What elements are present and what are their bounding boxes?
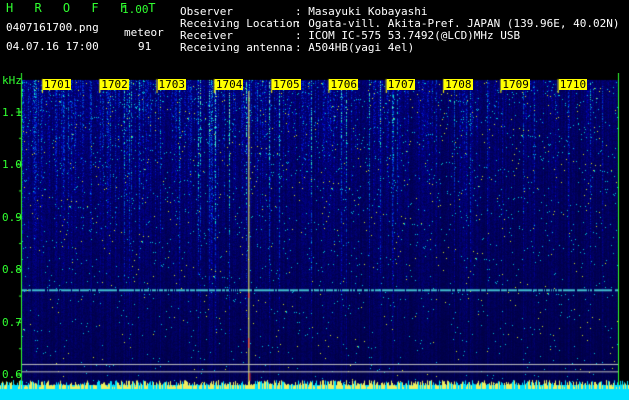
meteor-label: meteor — [124, 26, 164, 39]
file-name: 0407161700.png — [6, 21, 99, 34]
y-tick-label: 0.9 — [2, 210, 22, 224]
antenna-value: : A504HB(yagi 4el) — [295, 41, 415, 54]
y-tick-label: 1.0 — [2, 158, 22, 172]
x-tick-label: 1707 — [386, 78, 416, 91]
spectrogram — [0, 73, 629, 400]
x-tick-label: 1709 — [501, 78, 530, 91]
x-tick-label: 1704 — [214, 78, 244, 91]
x-tick-label: 1706 — [329, 78, 358, 91]
x-tick-label: 1708 — [444, 78, 473, 91]
meteor-count: 91 — [138, 40, 152, 53]
x-tick-label: 1703 — [157, 78, 187, 91]
x-tick-label: 1710 — [558, 78, 588, 91]
file-datetime: 04.07.16 17:00 — [6, 40, 99, 53]
antenna-label: Receiving antenna — [180, 41, 293, 54]
y-tick-label: 0.7 — [2, 315, 22, 329]
x-tick-label: 1705 — [272, 78, 301, 91]
y-axis-label: kHz — [2, 74, 22, 87]
x-tick-label: 1702 — [100, 78, 129, 91]
y-tick-label: 0.6 — [2, 368, 22, 382]
x-tick-label: 1701 — [42, 78, 72, 91]
header-panel: H R O F F T 1.00 0407161700.png 04.07.16… — [0, 0, 629, 73]
y-tick-label: 1.1 — [2, 105, 22, 119]
app-version: 1.00 — [122, 3, 149, 16]
y-tick-label: 0.8 — [2, 263, 22, 277]
